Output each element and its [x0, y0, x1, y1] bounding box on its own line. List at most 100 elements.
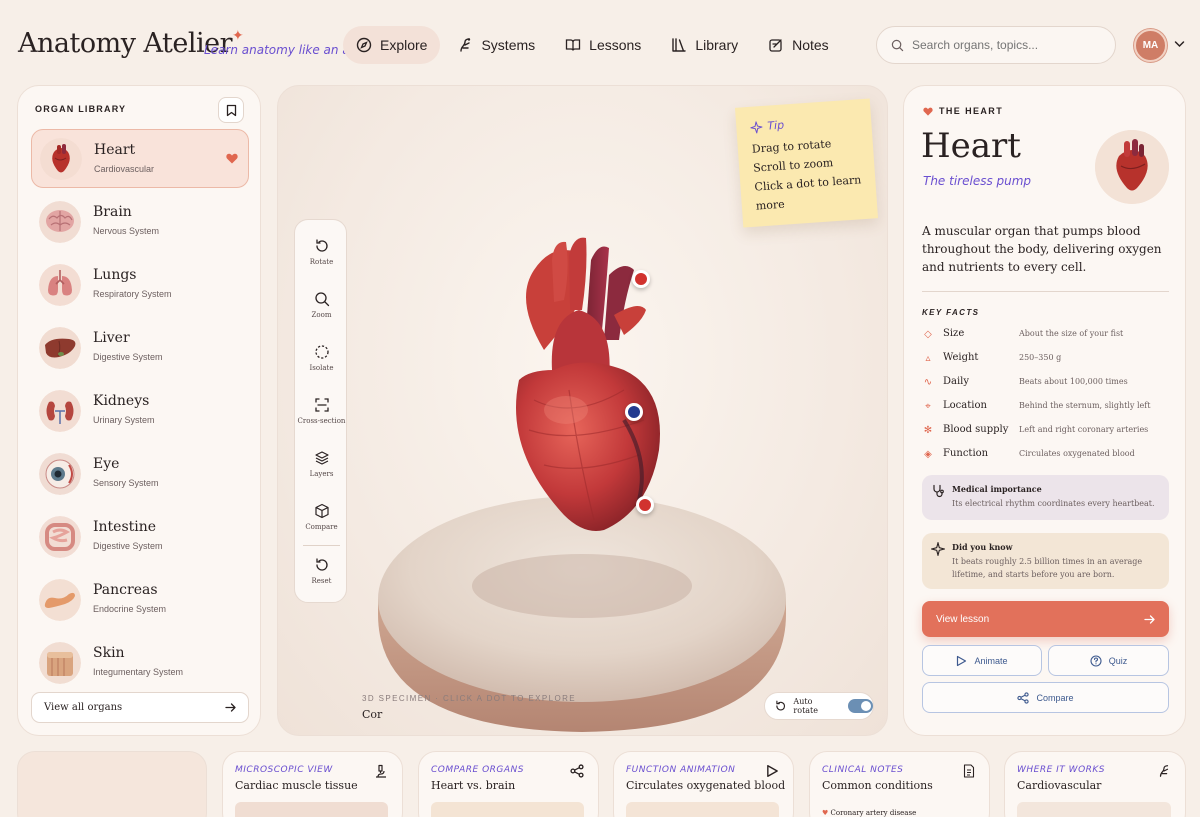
organ-name: Heart	[94, 142, 136, 158]
organ-detail-panel: THE HEART Heart The tireless pump A musc…	[903, 85, 1186, 736]
list-item-intestine[interactable]: Intestine Digestive System	[31, 507, 249, 566]
viewer-toolbar: Rotate Zoom Isolate Cross-section Layers…	[294, 219, 347, 603]
eye-thumbnail	[39, 452, 81, 495]
list-item-heart[interactable]: Heart Cardiovascular	[31, 129, 249, 188]
compare-button[interactable]: Compare	[922, 682, 1169, 713]
play-icon	[957, 655, 967, 666]
arrow-right-icon	[1144, 614, 1155, 624]
did-you-know-box: Did you know It beats roughly 2.5 billio…	[922, 533, 1169, 589]
list-item-pancreas[interactable]: Pancreas Endocrine System	[31, 570, 249, 629]
microscope-icon	[376, 764, 386, 778]
rotate-icon	[776, 700, 786, 711]
organ-system: Sensory System	[93, 478, 159, 488]
hotspot-dot[interactable]	[636, 496, 654, 514]
zoom-tool[interactable]: Zoom	[295, 285, 348, 333]
detail-description: A muscular organ that pumps blood throug…	[922, 224, 1162, 274]
search-bar	[876, 26, 1116, 64]
hotspot-dot[interactable]	[632, 270, 650, 288]
nav-library[interactable]: Library	[658, 26, 751, 64]
list-item-eye[interactable]: Eye Sensory System	[31, 444, 249, 503]
bookmark-icon	[226, 104, 236, 116]
list-item-skin[interactable]: Skin Integumentary System	[31, 633, 249, 692]
search-input[interactable]	[912, 38, 1092, 52]
hotspot-dot-active[interactable]	[625, 403, 643, 421]
organ-system: Cardiovascular	[94, 164, 155, 174]
specimen-caption-kicker: 3D SPECIMEN · CLICK A DOT TO EXPLORE	[362, 694, 577, 703]
cross-section-tool[interactable]: Cross-section	[295, 391, 348, 439]
intestine-thumbnail	[39, 515, 81, 558]
organ-system: Urinary System	[93, 415, 155, 425]
lungs-thumbnail	[39, 263, 81, 306]
list-item-lungs[interactable]: Lungs Respiratory System	[31, 255, 249, 314]
pancreas-thumbnail	[39, 578, 81, 621]
isolate-tool[interactable]: Isolate	[295, 338, 348, 386]
list-item-brain[interactable]: Brain Nervous System	[31, 192, 249, 251]
layers-tool[interactable]: Layers	[295, 444, 348, 492]
avatar[interactable]: MA	[1134, 29, 1167, 62]
nav-explore[interactable]: Explore	[343, 26, 441, 64]
heart-3d-model[interactable]	[474, 230, 694, 550]
organ-system: Digestive System	[93, 352, 163, 362]
divider	[922, 291, 1169, 292]
bookmark-button[interactable]	[218, 97, 244, 123]
rotate-icon	[315, 239, 328, 252]
layers-icon	[314, 451, 329, 465]
share-icon	[1017, 691, 1030, 704]
fact-row: ◈ Function Circulates oxygenated blood	[922, 447, 1172, 465]
kidneys-thumbnail	[39, 389, 81, 432]
top-bar: Anatomy Atelier✦ Learn anatomy like an a…	[0, 0, 1200, 86]
favorite-heart-icon[interactable]	[226, 153, 238, 164]
function-animation-card[interactable]: FUNCTION ANIMATION Circulates oxygenated…	[613, 751, 794, 817]
organ-name: Kidneys	[93, 393, 150, 409]
organ-name: Lungs	[93, 267, 137, 283]
compare-organs-card[interactable]: COMPARE ORGANS Heart vs. brain	[418, 751, 599, 817]
chevron-down-icon[interactable]	[1174, 40, 1185, 48]
crosshair-icon: ⌖	[925, 401, 931, 412]
view-all-organs-button[interactable]: View all organs	[31, 692, 249, 723]
search-icon	[891, 39, 904, 51]
bottom-preview-card[interactable]	[17, 751, 207, 817]
organ-name: Eye	[93, 456, 120, 472]
animation-thumbnail	[626, 802, 779, 817]
gem-icon: ◈	[924, 449, 932, 460]
zoom-icon	[314, 292, 329, 307]
reset-icon	[315, 558, 328, 571]
rotate-tool[interactable]: Rotate	[295, 232, 348, 280]
toolbar-divider	[303, 545, 340, 546]
auto-rotate-toggle[interactable]	[848, 699, 873, 713]
where-it-works-card[interactable]: WHERE IT WORKS Cardiovascular	[1004, 751, 1186, 817]
detail-title: Heart	[921, 126, 1021, 166]
heart-portrait	[1095, 130, 1169, 204]
clinical-notes-card[interactable]: CLINICAL NOTES Common conditions ♥ Coron…	[809, 751, 990, 817]
play-icon	[767, 765, 778, 777]
book-icon	[566, 39, 581, 51]
nav-notes[interactable]: Notes	[755, 26, 842, 64]
body-icon	[1159, 765, 1169, 777]
nav-lessons[interactable]: Lessons	[552, 26, 654, 64]
library-title: ORGAN LIBRARY	[35, 104, 127, 114]
auto-rotate-control[interactable]: Auto rotate	[764, 692, 874, 720]
nav-systems[interactable]: Systems	[444, 26, 548, 64]
organ-system: Endocrine System	[93, 604, 167, 614]
quiz-button[interactable]: Quiz	[1048, 645, 1169, 676]
view-lesson-button[interactable]: View lesson	[922, 601, 1169, 637]
microscopic-view-card[interactable]: MICROSCOPIC VIEW Cardiac muscle tissue	[222, 751, 403, 817]
animate-button[interactable]: Animate	[922, 645, 1042, 676]
heart-icon	[923, 107, 933, 116]
organ-name: Skin	[93, 645, 125, 661]
tissue-thumbnail	[235, 802, 388, 817]
fact-row: ⌖ Location Behind the sternum, slightly …	[922, 399, 1172, 417]
main-nav: Explore Systems Lessons Library Notes	[343, 26, 842, 64]
specimen-viewer[interactable]: Rotate Zoom Isolate Cross-section Layers…	[277, 85, 888, 736]
cross-section-icon	[314, 398, 329, 412]
heart-thumbnail	[40, 137, 82, 180]
detail-kicker: THE HEART	[939, 106, 1004, 116]
organ-name: Intestine	[93, 519, 157, 535]
heart-bullet-icon: ♥	[822, 809, 831, 817]
list-item-liver[interactable]: Liver Digestive System	[31, 318, 249, 377]
fact-row: ▵ Weight 250–350 g	[922, 351, 1172, 369]
reset-tool[interactable]: Reset	[295, 551, 348, 599]
compare-tool[interactable]: Compare	[295, 497, 348, 545]
liver-thumbnail	[39, 326, 81, 369]
list-item-kidneys[interactable]: Kidneys Urinary System	[31, 381, 249, 440]
